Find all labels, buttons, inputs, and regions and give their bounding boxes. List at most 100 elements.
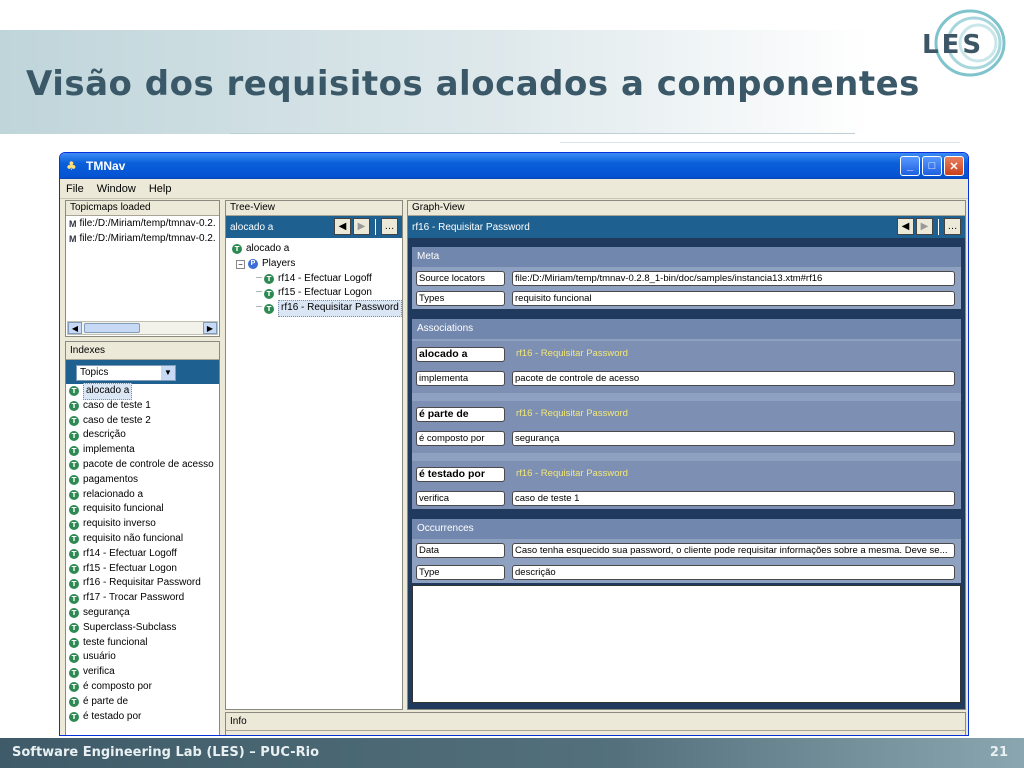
index-topic-item[interactable]: Trf16 - Requisitar Password bbox=[69, 576, 219, 591]
index-topic-item[interactable]: T Superclass-Subclass bbox=[69, 621, 219, 636]
collapse-icon[interactable]: − bbox=[236, 259, 245, 269]
topicmap-icon: M bbox=[69, 219, 77, 229]
footer: Software Engineering Lab (LES) – PUC-Rio… bbox=[0, 738, 1024, 768]
window-title: TMNav bbox=[86, 159, 126, 173]
association-group: é testado por rf16 - Requisitar Password … bbox=[412, 461, 961, 509]
topicmap-item[interactable]: Mfile:/D:/Miriam/temp/tmnav-0.2. bbox=[69, 232, 219, 247]
topicmaps-header: Topicmaps loaded bbox=[66, 201, 219, 216]
scroll-left-icon[interactable]: ◀ bbox=[68, 322, 82, 334]
topic-icon: T bbox=[69, 445, 79, 456]
association-link[interactable]: rf16 - Requisitar Password bbox=[516, 348, 628, 359]
app-icon: ♣ bbox=[66, 159, 77, 173]
index-topic-item[interactable]: Té composto por bbox=[69, 680, 219, 695]
players-icon: P bbox=[248, 259, 258, 270]
meta-row: Source locators file:/D:/Miriam/temp/tmn… bbox=[416, 271, 957, 287]
tree-child-selected[interactable]: ┄ Trf16 - Requisitar Password bbox=[232, 300, 402, 317]
index-topic-item[interactable]: Tverifica bbox=[69, 665, 219, 680]
menu-help[interactable]: Help bbox=[149, 183, 172, 195]
graph-view-panel: Graph-View rf16 - Requisitar Password ◀ … bbox=[407, 200, 966, 710]
topic-icon: T bbox=[69, 623, 79, 634]
back-arrow-icon[interactable]: ◀ bbox=[334, 218, 351, 235]
horizontal-scrollbar[interactable]: ◀ ▶ bbox=[67, 321, 218, 335]
tree-connector: ┄ bbox=[256, 287, 263, 299]
chevron-down-icon[interactable]: ▼ bbox=[161, 366, 175, 380]
tree-root[interactable]: Talocado a bbox=[232, 242, 402, 257]
index-topic-item[interactable]: Tcaso de teste 1 bbox=[69, 399, 219, 414]
index-topic-item[interactable]: Trf17 - Trocar Password bbox=[69, 591, 219, 606]
index-topic-item[interactable]: Tpagamentos bbox=[69, 473, 219, 488]
association-type[interactable]: é parte de bbox=[416, 407, 505, 422]
maximize-button[interactable]: □ bbox=[922, 156, 942, 176]
tree-child[interactable]: ┄ Trf14 - Efectuar Logoff bbox=[232, 272, 402, 287]
back-arrow-icon[interactable]: ◀ bbox=[897, 218, 914, 235]
menu-file[interactable]: File bbox=[66, 183, 84, 195]
scroll-thumb[interactable] bbox=[84, 323, 140, 333]
forward-arrow-icon[interactable]: ▶ bbox=[353, 218, 370, 235]
more-button[interactable]: … bbox=[944, 218, 961, 235]
topic-icon: T bbox=[69, 697, 79, 708]
index-topic-item[interactable]: Té parte de bbox=[69, 695, 219, 710]
index-topic-item[interactable]: Trequisito não funcional bbox=[69, 532, 219, 547]
index-topic-item[interactable]: Tcaso de teste 2 bbox=[69, 414, 219, 429]
occurrence-row: Type descrição bbox=[416, 565, 957, 581]
meta-value[interactable]: requisito funcional bbox=[512, 291, 955, 306]
index-type-dropdown[interactable]: Topics ▼ bbox=[76, 365, 176, 381]
topic-icon: T bbox=[69, 460, 79, 471]
association-link[interactable]: rf16 - Requisitar Password bbox=[516, 408, 628, 419]
meta-label: Source locators bbox=[416, 271, 505, 286]
tmnav-window: ♣ TMNav _ □ ✕ File Window Help Topicmaps… bbox=[59, 152, 969, 736]
index-topic-item[interactable]: Trf15 - Efectuar Logon bbox=[69, 562, 219, 577]
index-topic-item[interactable]: Tteste funcional bbox=[69, 636, 219, 651]
association-link[interactable]: rf16 - Requisitar Password bbox=[516, 468, 628, 479]
topic-icon: T bbox=[69, 667, 79, 678]
occurrence-value[interactable]: Caso tenha esquecido sua password, o cli… bbox=[512, 543, 955, 558]
topicmap-item[interactable]: Mfile:/D:/Miriam/temp/tmnav-0.2. bbox=[69, 217, 219, 232]
topic-icon: T bbox=[69, 563, 79, 574]
topic-icon: T bbox=[69, 504, 79, 515]
association-group: é parte de rf16 - Requisitar Password é c… bbox=[412, 401, 961, 453]
association-role: implementa bbox=[416, 371, 505, 386]
topic-icon: T bbox=[69, 489, 79, 500]
index-topic-item[interactable]: Tpacote de controle de acesso bbox=[69, 458, 219, 473]
topic-icon: T bbox=[69, 711, 79, 722]
scroll-right-icon[interactable]: ▶ bbox=[203, 322, 217, 334]
association-player[interactable]: pacote de controle de acesso bbox=[512, 371, 955, 386]
index-topic-item[interactable]: Té testado por bbox=[69, 710, 219, 725]
index-topic-item[interactable]: Tdescrição bbox=[69, 428, 219, 443]
more-button[interactable]: … bbox=[381, 218, 398, 235]
index-topic-item[interactable]: Tsegurança bbox=[69, 606, 219, 621]
association-type[interactable]: é testado por bbox=[416, 467, 505, 482]
topic-icon: T bbox=[69, 652, 79, 663]
index-topic-item[interactable]: Trelacionado a bbox=[69, 488, 219, 503]
association-player[interactable]: caso de teste 1 bbox=[512, 491, 955, 506]
minimize-button[interactable]: _ bbox=[900, 156, 920, 176]
indexes-panel: Indexes Topics ▼ Talocado a Tcaso de test… bbox=[65, 341, 220, 735]
tree-child[interactable]: ┄ Trf15 - Efectuar Logon bbox=[232, 286, 402, 301]
forward-arrow-icon[interactable]: ▶ bbox=[916, 218, 933, 235]
index-topic-item[interactable]: Timplementa bbox=[69, 443, 219, 458]
info-header: Info bbox=[226, 713, 965, 731]
topic-icon: T bbox=[69, 475, 79, 486]
associations-title: Associations bbox=[412, 319, 961, 339]
topic-icon: T bbox=[69, 519, 79, 530]
logo-text: LES bbox=[922, 30, 985, 60]
topic-icon: T bbox=[69, 386, 79, 397]
topic-icon: T bbox=[69, 578, 79, 589]
index-topic-item[interactable]: Trequisito funcional bbox=[69, 502, 219, 517]
nav-separator bbox=[375, 218, 376, 235]
window-titlebar[interactable]: ♣ TMNav _ □ ✕ bbox=[60, 153, 968, 179]
association-player[interactable]: segurança bbox=[512, 431, 955, 446]
tree-current-topic: alocado a bbox=[230, 221, 274, 233]
index-topic-item[interactable]: Tusuário bbox=[69, 650, 219, 665]
meta-value[interactable]: file:/D:/Miriam/temp/tmnav-0.2.8_1-bin/d… bbox=[512, 271, 955, 286]
tree-view-header: Tree-View bbox=[226, 201, 402, 216]
index-topic-item[interactable]: Talocado a bbox=[69, 383, 219, 400]
menu-window[interactable]: Window bbox=[97, 183, 136, 195]
tree-group-players[interactable]: − P Players bbox=[232, 257, 402, 272]
index-topic-item[interactable]: Trf14 - Efectuar Logoff bbox=[69, 547, 219, 562]
association-type[interactable]: alocado a bbox=[416, 347, 505, 362]
close-button[interactable]: ✕ bbox=[944, 156, 964, 176]
slide-title: Visão dos requisitos alocados a componen… bbox=[26, 64, 920, 104]
occurrence-value[interactable]: descrição bbox=[512, 565, 955, 580]
index-topic-item[interactable]: Trequisito inverso bbox=[69, 517, 219, 532]
